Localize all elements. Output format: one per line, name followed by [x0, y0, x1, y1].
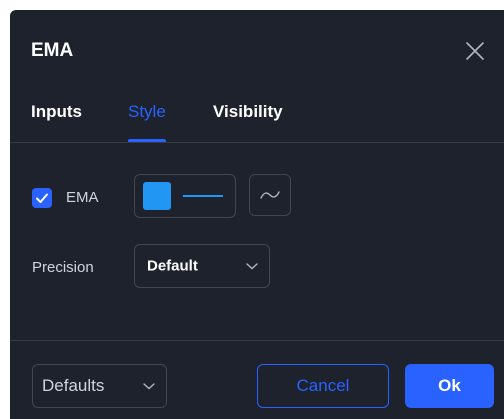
footer-divider [10, 340, 504, 341]
dialog-title: EMA [31, 40, 74, 61]
ema-plot-label: EMA [66, 189, 99, 206]
tab-style[interactable]: Style [128, 102, 166, 142]
wave-line-icon [260, 191, 280, 199]
color-swatch [143, 182, 171, 210]
tab-inputs-label: Inputs [31, 102, 82, 121]
line-style-icon [183, 195, 223, 197]
close-icon [466, 42, 484, 60]
defaults-dropdown[interactable]: Defaults [32, 364, 167, 408]
chevron-down-icon [246, 263, 258, 270]
color-line-style-button[interactable] [134, 174, 236, 218]
indicator-settings-dialog: EMA Inputs Style Visibility EMA Precisio… [10, 10, 504, 419]
cancel-label: Cancel [296, 376, 350, 395]
tab-visibility-label: Visibility [213, 102, 283, 121]
precision-label: Precision [32, 259, 94, 276]
close-button[interactable] [464, 40, 486, 62]
precision-select[interactable]: Default [134, 244, 270, 288]
plot-type-button[interactable] [249, 174, 291, 216]
ok-button[interactable]: Ok [405, 364, 494, 408]
tab-visibility[interactable]: Visibility [213, 102, 283, 142]
tabs-divider [10, 142, 504, 143]
tab-inputs[interactable]: Inputs [31, 102, 82, 142]
precision-value: Default [147, 257, 198, 275]
ema-visibility-checkbox[interactable] [32, 188, 52, 208]
cancel-button[interactable]: Cancel [257, 364, 389, 408]
chevron-down-icon [143, 383, 155, 390]
tab-bar: Inputs Style Visibility [10, 94, 504, 142]
ok-label: Ok [438, 376, 461, 395]
checkmark-icon [36, 193, 48, 203]
defaults-label: Defaults [42, 376, 105, 395]
tab-style-label: Style [128, 102, 166, 121]
